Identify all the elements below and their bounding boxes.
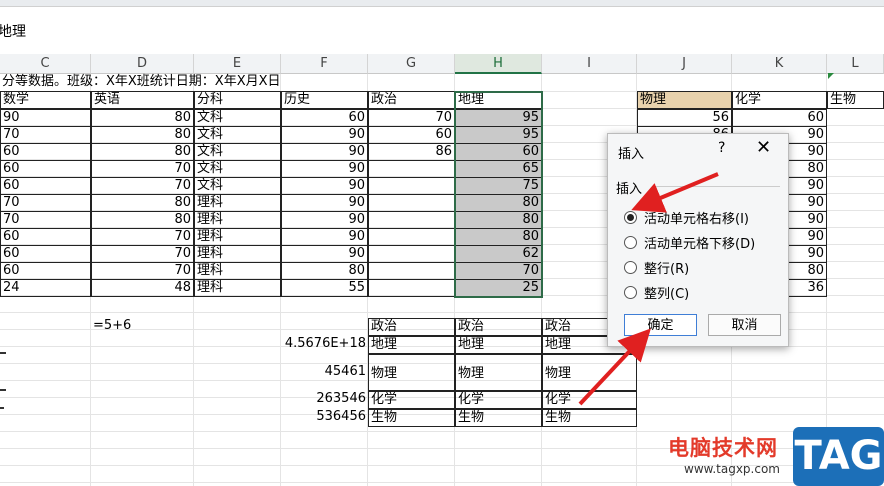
watermark-url: www.tagxp.com (684, 462, 780, 476)
arrow-to-option (631, 172, 719, 213)
watermark-site-name: 电脑技术网 (668, 436, 778, 460)
arrow-to-ok (578, 328, 651, 406)
watermark-logo: TAG (793, 427, 884, 486)
annotation-arrows (578, 172, 719, 406)
